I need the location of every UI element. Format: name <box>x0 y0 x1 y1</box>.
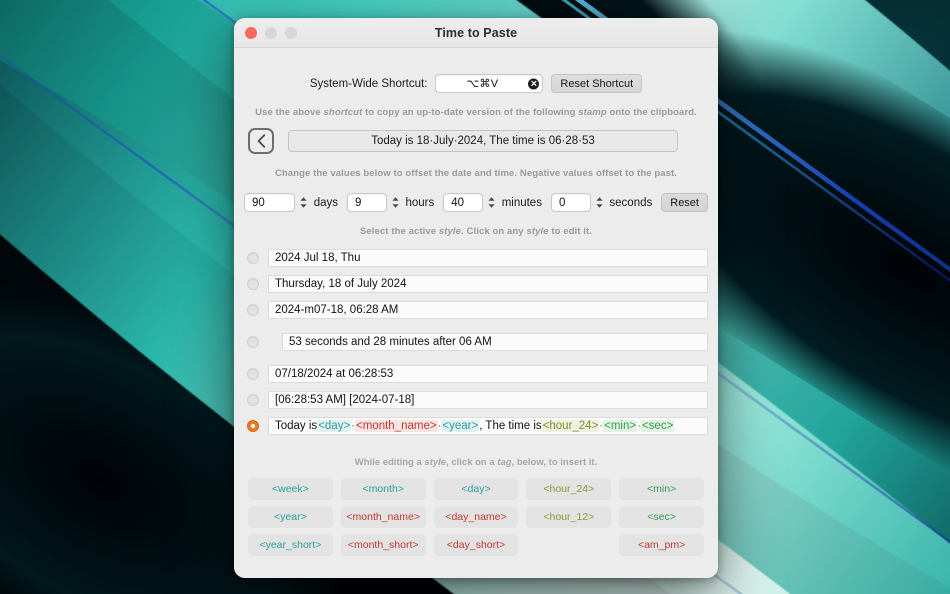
minutes-stepper[interactable] <box>486 193 496 212</box>
desktop-background: Time to Paste System-Wide Shortcut: ⌥⌘V … <box>0 0 950 594</box>
clear-shortcut-icon[interactable]: ✕ <box>528 78 540 89</box>
tag-hint: While editing a style, click on a tag, b… <box>244 457 708 468</box>
tag-button-month_name[interactable]: <month_name> <box>340 506 426 528</box>
days-input[interactable]: 90 <box>244 193 296 212</box>
hint-text: , click on a <box>446 457 498 468</box>
days-stepper[interactable] <box>298 193 308 212</box>
style-token: <month_name> <box>355 420 438 432</box>
chevron-left-icon <box>257 134 265 148</box>
tag-button-hour_24[interactable]: <hour_24> <box>526 478 612 500</box>
style-row: Thursday, 18 of July 2024 <box>244 275 708 293</box>
style-literal-text: Today is <box>275 420 318 432</box>
minutes-unit-label: minutes <box>501 196 542 209</box>
style-row: 2024 Jul 18, Thu <box>244 249 708 267</box>
days-unit-label: days <box>313 196 339 209</box>
tag-button-sec[interactable]: <sec> <box>619 506 704 528</box>
style-token: <min> <box>603 420 638 432</box>
window-title: Time to Paste <box>434 25 518 40</box>
window-content: System-Wide Shortcut: ⌥⌘V ✕ Reset Shortc… <box>234 48 718 578</box>
style-literal-text: , The time is <box>479 420 542 432</box>
style-radio-4[interactable] <box>247 368 259 380</box>
hours-stepper[interactable] <box>390 193 400 212</box>
tag-button-day[interactable]: <day> <box>433 478 519 500</box>
stepper-arrows-icon <box>392 197 399 208</box>
stamp-row: Today is 18·July·2024, The time is 06·28… <box>244 128 708 154</box>
shortcut-input[interactable]: ⌥⌘V ✕ <box>435 74 544 93</box>
style-radio-3[interactable] <box>247 336 259 348</box>
tag-slot-empty <box>526 534 611 556</box>
window-titlebar: Time to Paste <box>234 18 718 48</box>
tag-button-day_short[interactable]: <day_short> <box>433 534 519 556</box>
hint-text: . Click on any <box>461 226 527 237</box>
style-row: [06:28:53 AM] [2024-07-18] <box>244 391 708 409</box>
style-radio-6[interactable] <box>247 420 259 432</box>
hint-emphasis: style <box>438 226 462 237</box>
stamp-hint: Use the above shortcut to copy an up-to-… <box>244 107 708 118</box>
style-row: Today is <day> · <month_name> · <year>, The … <box>244 417 708 435</box>
stepper-arrows-icon <box>300 197 307 208</box>
style-radio-0[interactable] <box>247 252 259 264</box>
style-radio-2[interactable] <box>247 304 259 316</box>
style-token: <hour_24> <box>541 420 600 432</box>
hint-emphasis: shortcut <box>323 107 363 118</box>
style-input-0[interactable]: 2024 Jul 18, Thu <box>268 249 708 267</box>
seconds-input[interactable]: 0 <box>550 193 592 212</box>
style-token: <day> <box>317 420 352 432</box>
hint-text: While editing a <box>354 457 425 468</box>
minutes-input[interactable]: 40 <box>443 193 484 212</box>
shortcut-value: ⌥⌘V <box>466 78 499 90</box>
tag-button-min[interactable]: <min> <box>619 478 704 500</box>
tag-button-month[interactable]: <month> <box>340 478 426 500</box>
hint-emphasis: stamp <box>578 107 607 118</box>
app-window: Time to Paste System-Wide Shortcut: ⌥⌘V … <box>234 18 718 578</box>
tag-button-week[interactable]: <week> <box>248 478 333 500</box>
style-token: <year> <box>441 420 480 432</box>
hint-text: Select the active <box>359 226 439 237</box>
style-row: 2024-m07-18, 06:28 AM <box>244 301 708 319</box>
hint-text: onto the clipboard. <box>606 107 697 118</box>
style-input-3[interactable]: 53 seconds and 28 minutes after 06 AM <box>282 333 708 351</box>
tag-button-am_pm[interactable]: <am_pm> <box>619 534 704 556</box>
hours-unit-label: hours <box>405 196 435 209</box>
stepper-arrows-icon <box>488 197 495 208</box>
offset-hint: Change the values below to offset the da… <box>274 168 678 179</box>
hint-text: to edit it. <box>548 226 593 237</box>
hint-text: to copy an up-to-date version of the fol… <box>362 107 579 118</box>
tag-button-year[interactable]: <year> <box>248 506 333 528</box>
reset-shortcut-button[interactable]: Reset Shortcut <box>551 74 643 93</box>
style-token: <sec> <box>640 420 675 432</box>
tag-button-year_short[interactable]: <year_short> <box>248 534 333 556</box>
style-input-4[interactable]: 07/18/2024 at 06:28:53 <box>268 365 708 383</box>
tag-button-day_name[interactable]: <day_name> <box>433 506 519 528</box>
hint-emphasis: style <box>424 457 447 468</box>
stamp-preview: Today is 18·July·2024, The time is 06·28… <box>288 130 678 152</box>
style-radio-5[interactable] <box>247 394 259 406</box>
stepper-arrows-icon <box>596 197 603 208</box>
style-input-5[interactable]: [06:28:53 AM] [2024-07-18] <box>268 391 708 409</box>
hint-emphasis: style <box>526 226 549 237</box>
hint-emphasis: tag <box>497 457 512 468</box>
shortcut-label: System-Wide Shortcut: <box>309 77 428 90</box>
seconds-unit-label: seconds <box>609 196 653 209</box>
offset-row: 90 days 9 hours 40 minutes 0 seconds Res… <box>244 193 708 212</box>
hours-input[interactable]: 9 <box>347 193 388 212</box>
style-input-2[interactable]: 2024-m07-18, 06:28 AM <box>268 301 708 319</box>
tag-grid: <week> <month> <day> <hour_24> <min> <year> <m… <box>244 478 708 566</box>
reset-offsets-button[interactable]: Reset <box>661 193 708 212</box>
style-list: 2024 Jul 18, Thu Thursday, 18 of July 202… <box>244 249 708 435</box>
shortcut-row: System-Wide Shortcut: ⌥⌘V ✕ Reset Shortc… <box>244 74 708 93</box>
select-style-hint: Select the active style. Click on any st… <box>244 226 708 237</box>
style-row: 53 seconds and 28 minutes after 06 AM <box>244 333 708 351</box>
style-input-1[interactable]: Thursday, 18 of July 2024 <box>268 275 708 293</box>
seconds-stepper[interactable] <box>594 193 604 212</box>
tag-button-hour_12[interactable]: <hour_12> <box>526 506 612 528</box>
back-button[interactable] <box>248 128 274 154</box>
hint-text: , below, to insert it. <box>511 457 598 468</box>
style-radio-1[interactable] <box>247 278 259 290</box>
hint-text: Use the above <box>255 107 324 118</box>
style-input-6[interactable]: Today is <day> · <month_name> · <year>, The … <box>268 417 708 435</box>
style-row: 07/18/2024 at 06:28:53 <box>244 365 708 383</box>
tag-button-month_short[interactable]: <month_short> <box>340 534 426 556</box>
